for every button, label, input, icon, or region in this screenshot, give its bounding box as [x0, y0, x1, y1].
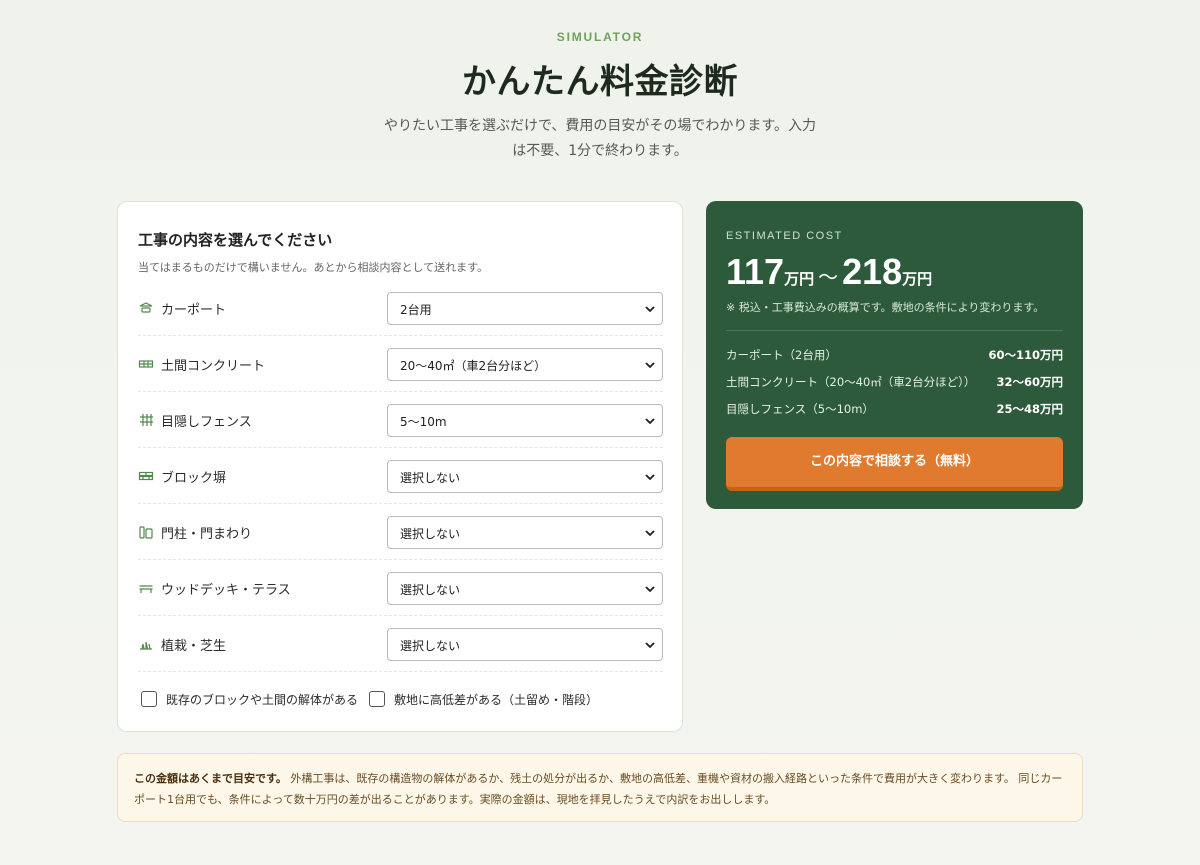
chevron-down-icon	[645, 586, 655, 593]
page-lead: やりたい工事を選ぶだけで、費用の目安がその場でわかります。入力は不要、1分で終わ…	[383, 118, 817, 159]
chevron-down-icon	[645, 306, 655, 313]
form-heading: 工事の内容を選んでください	[138, 231, 333, 249]
chevron-down-icon	[645, 418, 655, 425]
checkbox-label: 既存のブロックや土間の解体がある	[166, 693, 359, 707]
gate-icon	[138, 524, 154, 540]
breakdown-name: カーポート（2台用）	[726, 348, 837, 362]
select-value: 20〜40㎡（車2台分ほど）	[400, 359, 547, 373]
estimate-unit: 万円	[784, 271, 815, 288]
checkbox-box[interactable]	[369, 691, 385, 707]
option-label: 土間コンクリート	[161, 359, 266, 374]
select-value: 5〜10m	[400, 415, 447, 429]
estimate-note: ※ 税込・工事費込みの概算です。敷地の条件により変わります。	[726, 301, 1045, 314]
estimate-unit: 万円	[902, 271, 933, 288]
slab-icon	[138, 356, 154, 372]
notice-bold: この金額はあくまで目安です。	[134, 772, 287, 785]
fence-icon	[138, 412, 154, 428]
option-label: カーポート	[161, 303, 227, 318]
chevron-down-icon	[645, 642, 655, 649]
option-rows: カーポート 2台用 土間コンクリート 20〜40㎡（車2台分ほど） 目隠しフェン…	[138, 280, 663, 672]
disclaimer-notice: この金額はあくまで目安です。 外構工事は、既存の構造物の解体があるか、残土の処分…	[117, 753, 1083, 822]
estimate-label: ESTIMATED COST	[726, 230, 843, 242]
option-row-gate: 門柱・門まわり 選択しない	[138, 504, 663, 560]
block-wall-icon	[138, 468, 154, 484]
breakdown-value: 32〜60万円	[996, 375, 1063, 389]
chevron-down-icon	[645, 474, 655, 481]
consult-button[interactable]: この内容で相談する（無料）	[726, 437, 1063, 491]
extra-conditions: 既存のブロックや土間の解体がある 敷地に高低差がある（土留め・階段）	[141, 691, 661, 711]
page-title: かんたん料金診断	[462, 62, 738, 102]
carport-select[interactable]: 2台用	[387, 292, 663, 325]
select-value: 2台用	[400, 303, 432, 317]
slab-select[interactable]: 20〜40㎡（車2台分ほど）	[387, 348, 663, 381]
chevron-down-icon	[645, 362, 655, 369]
option-label: 門柱・門まわり	[161, 527, 253, 542]
select-value: 選択しない	[400, 527, 461, 541]
carport-icon	[138, 300, 154, 316]
breakdown-row: カーポート（2台用） 60〜110万円	[726, 347, 1063, 365]
plant-icon	[138, 636, 154, 652]
estimate-card: ESTIMATED COST 117万円〜 218万円 ※ 税込・工事費込みの概算…	[706, 201, 1083, 509]
breakdown-value: 60〜110万円	[988, 348, 1063, 362]
chevron-down-icon	[645, 530, 655, 537]
deck-icon	[138, 580, 154, 596]
estimate-max: 218	[842, 251, 903, 292]
plant-select[interactable]: 選択しない	[387, 628, 663, 661]
breakdown-row: 目隠しフェンス（5〜10m） 25〜48万円	[726, 401, 1063, 419]
section-eyebrow: SIMULATOR	[556, 30, 644, 44]
option-label: 目隠しフェンス	[161, 415, 252, 430]
option-row-slab: 土間コンクリート 20〜40㎡（車2台分ほど）	[138, 336, 663, 392]
gate-select[interactable]: 選択しない	[387, 516, 663, 549]
divider	[726, 330, 1063, 331]
select-value: 選択しない	[400, 583, 461, 597]
estimate-min: 117	[726, 251, 785, 292]
selection-card: 工事の内容を選んでください 当てはまるものだけで構いません。あとから相談内容とし…	[117, 201, 683, 732]
estimate-tilde: 〜	[818, 267, 839, 289]
select-value: 選択しない	[400, 471, 461, 485]
breakdown-row: 土間コンクリート（20〜40㎡（車2台分ほど）） 32〜60万円	[726, 374, 1063, 392]
form-subtext: 当てはまるものだけで構いません。あとから相談内容として送れます。	[138, 261, 489, 274]
option-label: ウッドデッキ・テラス	[161, 583, 291, 598]
option-label: 植栽・芝生	[161, 639, 227, 654]
breakdown-name: 土間コンクリート（20〜40㎡（車2台分ほど））	[726, 375, 976, 389]
option-row-carport: カーポート 2台用	[138, 280, 663, 336]
estimate-amount: 117万円〜 218万円	[726, 251, 932, 293]
breakdown-name: 目隠しフェンス（5〜10m）	[726, 402, 874, 416]
block-wall-select[interactable]: 選択しない	[387, 460, 663, 493]
option-row-plant: 植栽・芝生 選択しない	[138, 616, 663, 672]
checkbox-label: 敷地に高低差がある（土留め・階段）	[394, 693, 599, 707]
option-row-block-wall: ブロック塀 選択しない	[138, 448, 663, 504]
breakdown-value: 25〜48万円	[996, 402, 1063, 416]
deck-select[interactable]: 選択しない	[387, 572, 663, 605]
option-row-deck: ウッドデッキ・テラス 選択しない	[138, 560, 663, 616]
checkbox-box[interactable]	[141, 691, 157, 707]
select-value: 選択しない	[400, 639, 461, 653]
fence-select[interactable]: 5〜10m	[387, 404, 663, 437]
option-row-fence: 目隠しフェンス 5〜10m	[138, 392, 663, 448]
option-label: ブロック塀	[161, 471, 227, 486]
